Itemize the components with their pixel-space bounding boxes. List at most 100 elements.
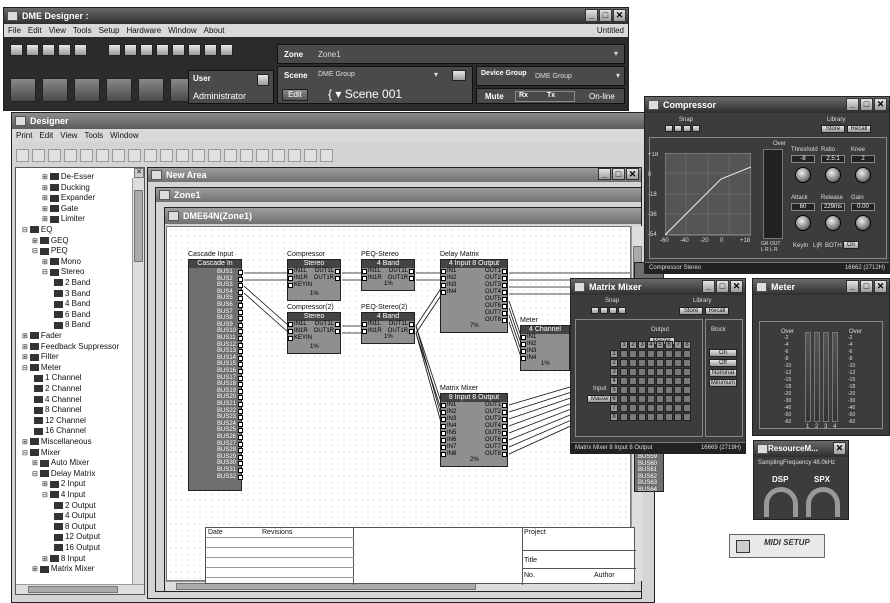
maximize-button[interactable]: □ xyxy=(599,9,612,22)
compressor-on-button[interactable]: On xyxy=(843,241,859,249)
peq-block-in-port[interactable] xyxy=(362,276,367,281)
matrix-row-button[interactable]: 2 xyxy=(610,359,618,367)
expand-icon[interactable]: ⊞ xyxy=(32,460,38,467)
tree-item[interactable]: ⊟ Mixer xyxy=(22,448,60,459)
matrix-crosspoint[interactable] xyxy=(674,368,682,376)
bus-port[interactable] xyxy=(238,270,243,275)
matrix-crosspoint[interactable] xyxy=(665,368,673,376)
designer-menu-view[interactable]: View xyxy=(60,129,77,142)
matrix-col-button[interactable]: 2 xyxy=(629,341,637,349)
tree-item[interactable]: ⊟ Delay Matrix xyxy=(32,469,95,480)
menu-file[interactable]: File xyxy=(8,24,21,37)
collapse-icon[interactable]: ⊟ xyxy=(22,450,28,457)
tree-item[interactable]: ⊞ Expander xyxy=(42,193,95,204)
delay-matrix-block-in-port[interactable] xyxy=(441,283,446,288)
bus-port[interactable] xyxy=(238,421,243,427)
param-knob[interactable] xyxy=(795,167,811,183)
redo-icon[interactable] xyxy=(58,44,71,56)
bus-port[interactable] xyxy=(238,468,243,473)
tree-item[interactable]: ⊞ Fader xyxy=(22,331,62,342)
meter-minimize[interactable]: _ xyxy=(846,280,859,293)
menu-tools[interactable]: Tools xyxy=(73,24,92,37)
bus-port[interactable] xyxy=(238,408,243,414)
midi-setup-button[interactable]: MIDI SETUP xyxy=(729,534,825,558)
bus-port[interactable] xyxy=(238,375,243,381)
tree-item[interactable]: ⊞ Ducking xyxy=(42,183,90,194)
compressor-minimize[interactable]: _ xyxy=(846,98,859,111)
matrix-crosspoint[interactable] xyxy=(656,377,664,385)
bus-port[interactable] xyxy=(238,369,243,374)
device-group-panel[interactable]: Device Group DME Group ▾ xyxy=(476,66,625,86)
zoom-in-icon[interactable] xyxy=(224,148,237,162)
matrix-mixer-block-out-port[interactable] xyxy=(502,410,507,415)
matrix-mixer-block-in-port[interactable] xyxy=(441,417,446,422)
tree-item[interactable]: 12 Output xyxy=(52,532,100,543)
tree-item[interactable]: ⊞ Auto Mixer xyxy=(32,458,89,469)
help-icon[interactable] xyxy=(74,44,87,56)
meter-block-in-port[interactable] xyxy=(521,356,526,361)
peq2-block-out-port[interactable] xyxy=(409,329,414,334)
param-knob[interactable] xyxy=(855,167,871,183)
matrix-col-button[interactable]: 5 xyxy=(656,341,664,349)
lock-icon[interactable] xyxy=(257,74,269,86)
compressor-block-out-port[interactable] xyxy=(335,276,340,281)
matrix-crosspoint[interactable] xyxy=(629,395,637,403)
delay-matrix-block-in-port[interactable] xyxy=(441,269,446,274)
snap-c-button[interactable] xyxy=(683,125,691,132)
arc-icon[interactable] xyxy=(128,148,141,162)
bus-port[interactable] xyxy=(238,448,243,454)
matrix-crosspoint[interactable] xyxy=(683,413,691,421)
wire[interactable] xyxy=(415,293,443,334)
magnify-icon[interactable] xyxy=(304,148,317,162)
tree-item[interactable]: 4 Output xyxy=(52,511,96,522)
meter-maximize[interactable]: □ xyxy=(860,280,873,293)
snap-d-button[interactable] xyxy=(692,125,700,132)
delay-matrix-block-out-port[interactable] xyxy=(502,283,507,288)
tree-item[interactable]: ⊟ Meter xyxy=(22,363,61,374)
tree-item[interactable]: ⊞ Miscellaneous xyxy=(22,437,92,448)
export-icon[interactable] xyxy=(138,78,164,102)
layout-icon[interactable] xyxy=(42,78,68,102)
delay-matrix-block-out-port[interactable] xyxy=(502,297,507,302)
matrix-crosspoint[interactable] xyxy=(629,350,637,358)
peq2-block-out-port[interactable] xyxy=(409,322,414,327)
tree-item[interactable]: 4 Channel xyxy=(32,395,81,406)
paste-icon[interactable] xyxy=(96,148,109,162)
matrix-crosspoint[interactable] xyxy=(647,359,655,367)
cut-icon[interactable] xyxy=(64,148,77,162)
hand-icon[interactable] xyxy=(288,148,301,162)
tree-item[interactable]: 1 Channel xyxy=(32,373,81,384)
matrix-crosspoint[interactable] xyxy=(647,413,655,421)
tree-item[interactable]: ⊟ EQ xyxy=(22,225,52,236)
matrix-row-button[interactable]: 1 xyxy=(610,350,618,358)
matrix-crosspoint[interactable] xyxy=(647,386,655,394)
matrix-row-button[interactable]: 6 xyxy=(610,395,618,403)
compressor-close[interactable]: ✕ xyxy=(874,98,887,111)
collapse-icon[interactable]: ⊟ xyxy=(32,248,38,255)
preset-icon[interactable] xyxy=(220,44,233,56)
minimize-button[interactable]: _ xyxy=(585,9,598,22)
wire-icon[interactable] xyxy=(160,148,173,162)
bus-icon[interactable] xyxy=(176,148,189,162)
zone1-titlebar[interactable]: Zone1 xyxy=(156,188,641,202)
matrix-crosspoint[interactable] xyxy=(656,368,664,376)
link-icon[interactable] xyxy=(144,148,157,162)
matrix-mixer-block-out-port[interactable] xyxy=(502,403,507,408)
tree-item[interactable]: 2 Output xyxy=(52,501,96,512)
compressor-block-out-port[interactable] xyxy=(335,269,340,274)
designer-titlebar[interactable]: Designer xyxy=(12,113,654,129)
midi-icon[interactable] xyxy=(156,44,169,56)
peq2-block-in-port[interactable] xyxy=(362,322,367,327)
bus-port[interactable] xyxy=(238,402,243,407)
matrix-crosspoint[interactable] xyxy=(674,386,682,394)
clock-icon[interactable] xyxy=(188,44,201,56)
split-icon[interactable] xyxy=(192,148,205,162)
matrix-crosspoint[interactable] xyxy=(647,395,655,403)
new-area-close[interactable]: ✕ xyxy=(626,168,639,180)
tree-item[interactable]: ⊞ GEQ xyxy=(32,236,69,247)
delay-matrix-block-in-port[interactable] xyxy=(441,276,446,281)
link-icon[interactable] xyxy=(172,44,185,56)
expand-icon[interactable]: ⊞ xyxy=(22,439,28,446)
matrix-mixer-block-in-port[interactable] xyxy=(441,438,446,443)
matrix-crosspoint[interactable] xyxy=(683,359,691,367)
